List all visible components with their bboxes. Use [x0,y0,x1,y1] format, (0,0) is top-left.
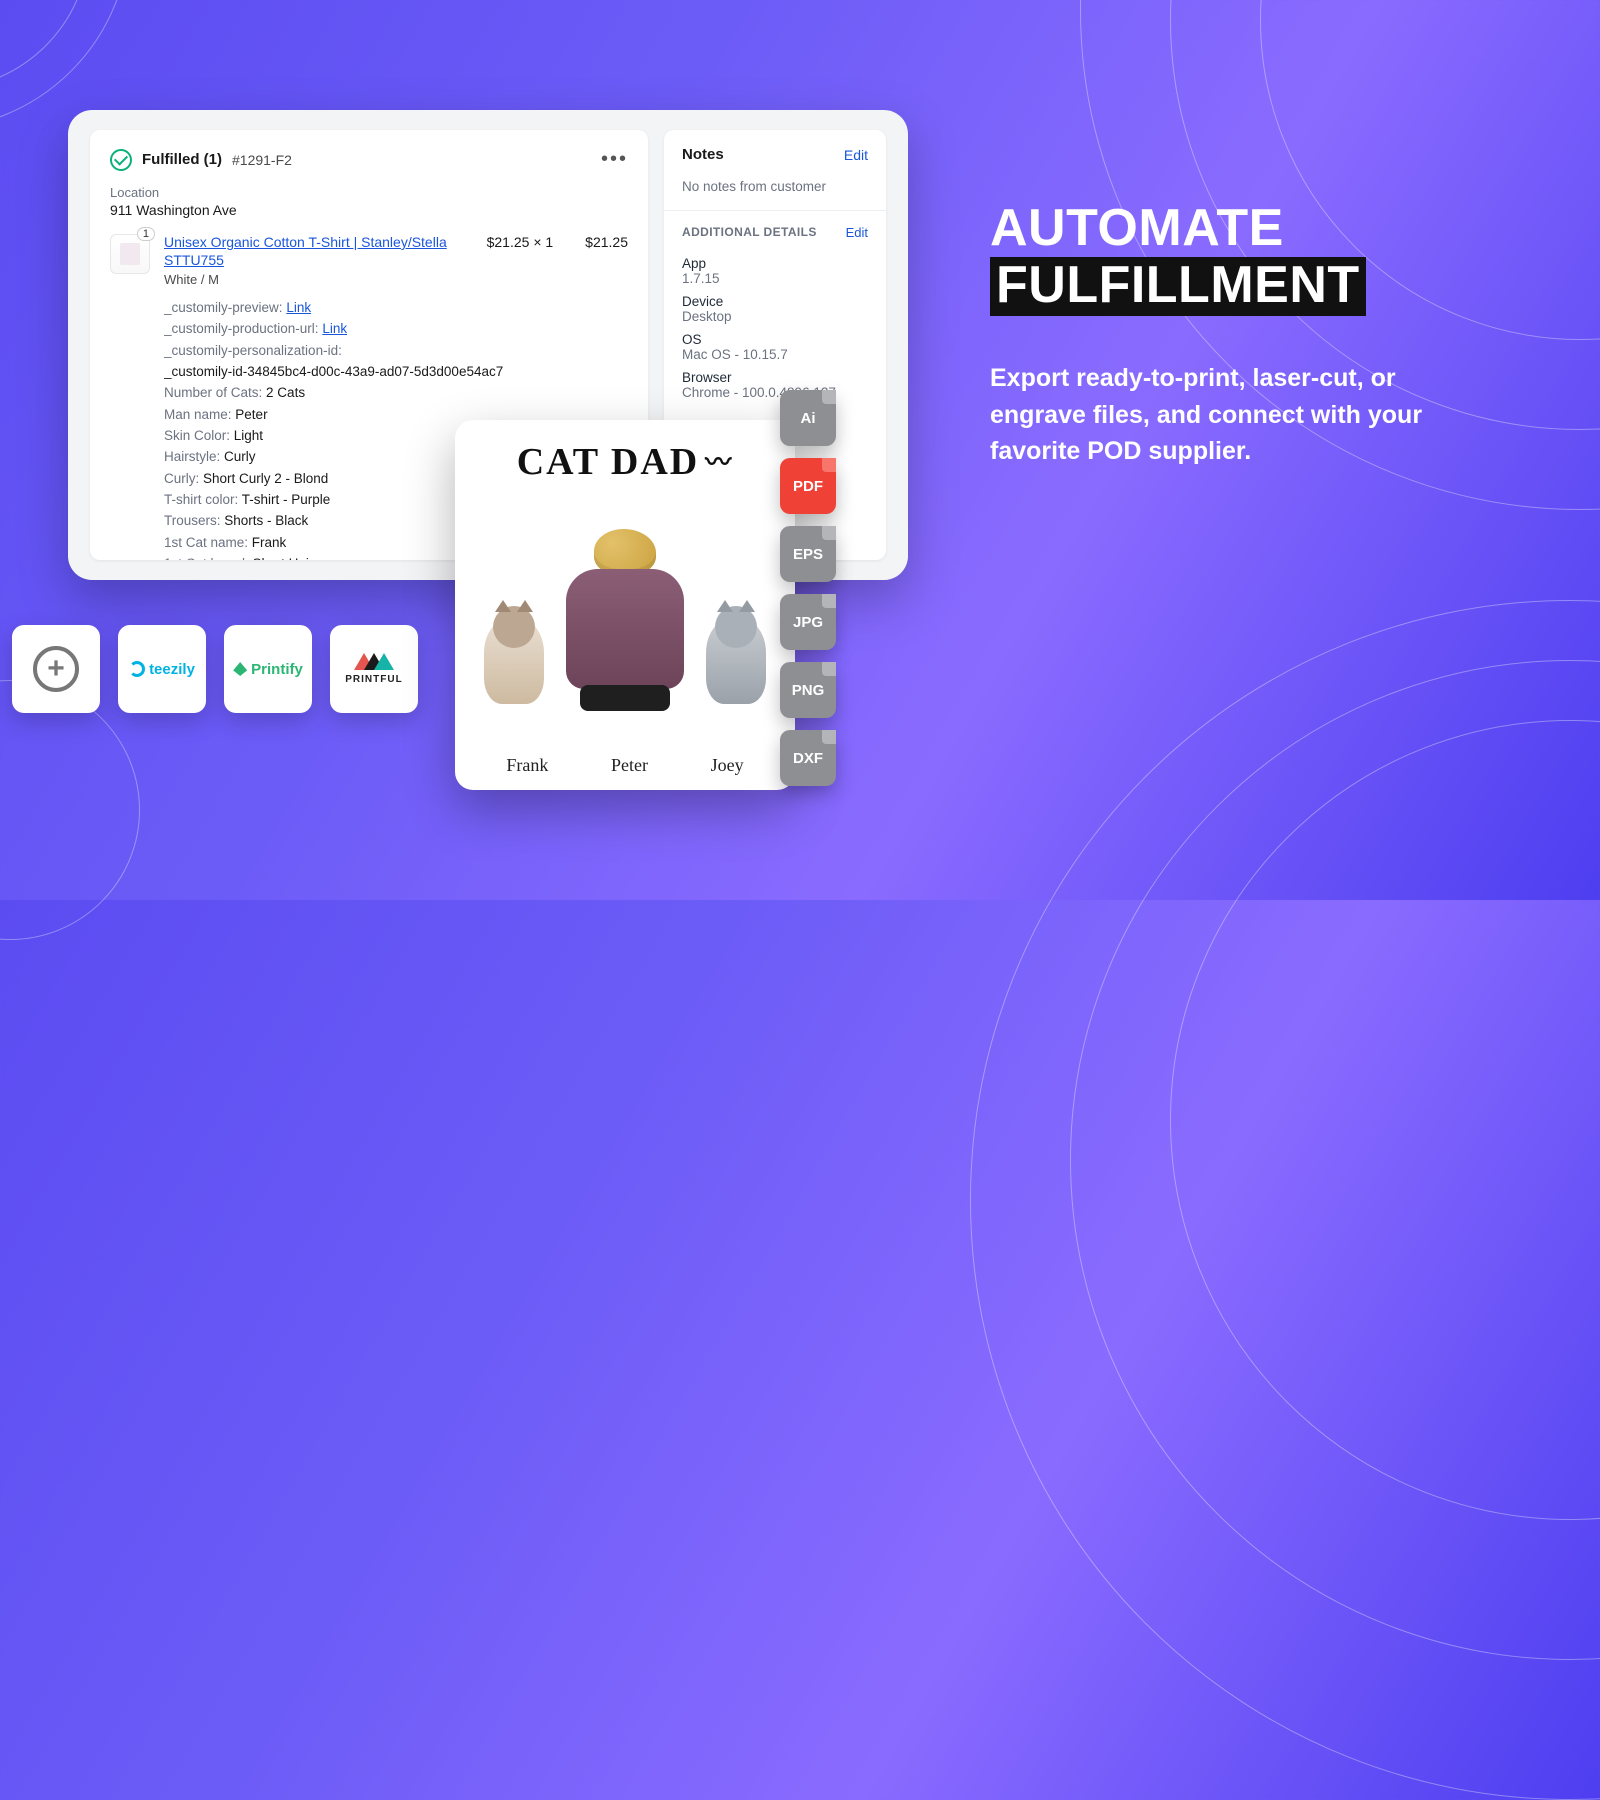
provider-printful[interactable]: PRINTFUL [330,625,418,713]
meta-link[interactable]: Link [286,300,311,315]
design-headline: CAT DAD〰 [475,440,775,484]
qty-badge: 1 [137,227,155,241]
price-total: $21.25 [585,234,628,250]
man-figure [561,529,688,749]
product-title-link[interactable]: Unisex Organic Cotton T-Shirt | Stanley/… [164,234,447,268]
format-png[interactable]: PNG [780,662,836,718]
details-edit-button[interactable]: Edit [846,225,868,240]
format-ai[interactable]: Ai [780,390,836,446]
product-variant: White / M [164,272,473,287]
format-eps[interactable]: EPS [780,526,836,582]
hero-line1: AUTOMATE [990,199,1284,257]
product-thumbnail[interactable]: 1 [110,234,150,274]
meta-link[interactable]: Link [322,321,347,336]
plus-icon: + [33,646,79,692]
notes-edit-button[interactable]: Edit [844,147,868,163]
detail-key: Browser [682,370,868,385]
meta-row: Number of Cats: 2 Cats [164,382,628,403]
location-value: 911 Washington Ave [110,202,628,218]
cat-tail-icon: 〰 [705,442,733,486]
order-number: #1291-F2 [232,152,292,168]
meta-row: _customily-preview: Link [164,297,628,318]
meta-row: _customily-id-34845bc4-d00c-43a9-ad07-5d… [164,361,628,382]
printful-label: PRINTFUL [345,674,402,685]
detail-value: Desktop [682,309,868,324]
detail-value: Chrome - 100.0.4896.127 [682,385,868,400]
fulfillment-status: Fulfilled (1) [142,151,222,168]
design-illustration [475,488,775,749]
hero-body: Export ready-to-print, laser-cut, or eng… [990,360,1490,469]
provider-printify[interactable]: Printify [224,625,312,713]
teezily-label: teezily [149,661,195,678]
printify-label: Printify [251,661,303,678]
hero-line2: FULFILLMENT [990,257,1366,316]
details-heading: ADDITIONAL DETAILS [682,225,817,240]
format-jpg[interactable]: JPG [780,594,836,650]
export-format-list: Ai PDF EPS JPG PNG DXF [780,390,836,786]
design-name-2: Peter [611,755,648,776]
detail-value: 1.7.15 [682,271,868,286]
cat-left [475,619,553,749]
design-name-3: Joey [711,755,744,776]
location-label: Location [110,185,628,200]
notes-title: Notes [682,146,724,163]
provider-teezily[interactable]: teezily [118,625,206,713]
detail-key: App [682,256,868,271]
format-dxf[interactable]: DXF [780,730,836,786]
teezily-icon [129,661,145,677]
cat-right [697,619,775,749]
notes-body: No notes from customer [664,179,886,210]
format-pdf[interactable]: PDF [780,458,836,514]
design-preview-card: CAT DAD〰 Frank Peter Joey [455,420,795,790]
meta-row: _customily-production-url: Link [164,318,628,339]
more-menu-icon[interactable]: ••• [601,148,628,171]
hero-copy: AUTOMATE FULFILLMENT Export ready-to-pri… [990,200,1490,469]
detail-value: Mac OS - 10.15.7 [682,347,868,362]
meta-row: _customily-personalization-id: [164,340,628,361]
design-name-1: Frank [506,755,548,776]
detail-key: OS [682,332,868,347]
add-provider-button[interactable]: + [12,625,100,713]
printify-icon [233,662,247,676]
price-qty: $21.25 × 1 [487,234,554,250]
fulfilled-check-icon [110,149,132,171]
detail-key: Device [682,294,868,309]
additional-details: App1.7.15 DeviceDesktop OSMac OS - 10.15.7… [664,248,886,416]
